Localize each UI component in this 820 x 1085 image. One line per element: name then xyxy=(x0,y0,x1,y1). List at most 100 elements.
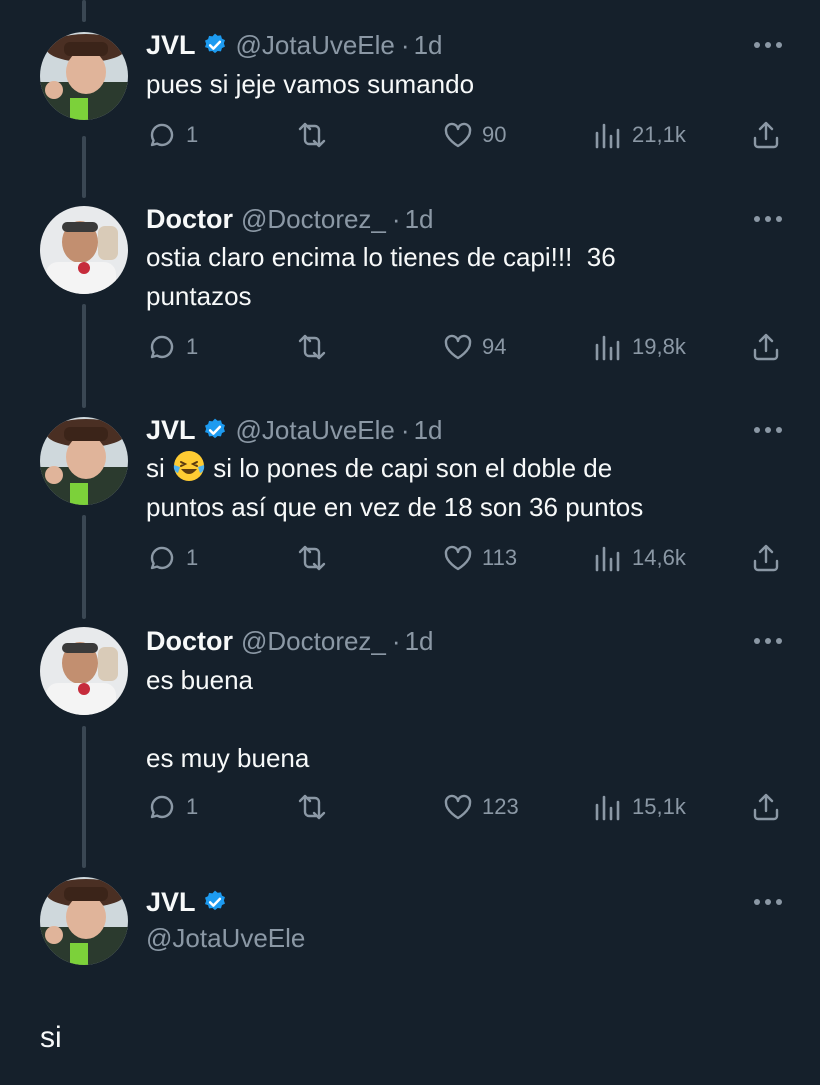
timestamp[interactable]: 1d xyxy=(405,626,434,657)
author-name[interactable]: Doctor xyxy=(146,204,233,235)
retweet-icon xyxy=(298,122,326,148)
views-button[interactable]: 21,1k xyxy=(592,118,686,152)
verified-badge-icon xyxy=(204,33,225,54)
author-handle[interactable]: @JotaUveEle xyxy=(236,415,395,446)
timestamp[interactable]: 1d xyxy=(405,204,434,235)
handle-row: @JotaUveEle xyxy=(146,921,305,955)
heart-icon xyxy=(444,545,472,571)
avatar[interactable] xyxy=(40,417,128,505)
views-icon xyxy=(595,795,620,821)
tweet-header: JVL @JotaUveEle · 1d xyxy=(146,28,442,62)
action-bar: 1 123 15,1k xyxy=(146,790,786,824)
like-button[interactable]: 94 xyxy=(442,330,506,364)
reply-icon xyxy=(150,546,174,570)
more-icon[interactable] xyxy=(752,28,784,62)
reply-count: 1 xyxy=(186,545,199,570)
reply-count: 1 xyxy=(186,122,199,147)
reply-tweet[interactable]: JVL @JotaUveEle · 1d pues si jeje vamos … xyxy=(0,0,820,190)
reply-button[interactable]: 1 xyxy=(146,118,198,152)
like-button[interactable]: 123 xyxy=(442,790,519,824)
reply-tweet[interactable]: Doctor @Doctorez_ · 1d ostia claro encim… xyxy=(0,190,820,400)
more-icon[interactable] xyxy=(752,413,784,447)
more-icon[interactable] xyxy=(752,202,784,236)
like-count: 123 xyxy=(482,794,519,819)
reply-button[interactable]: 1 xyxy=(146,330,198,364)
views-button[interactable]: 14,6k xyxy=(592,541,686,575)
retweet-button[interactable] xyxy=(296,790,328,824)
like-button[interactable]: 90 xyxy=(442,118,506,152)
action-bar: 1 113 14,6k xyxy=(146,541,786,575)
reply-icon xyxy=(150,335,174,359)
retweet-button[interactable] xyxy=(296,118,328,152)
action-bar: 1 94 19,8k xyxy=(146,330,786,364)
verified-badge-icon xyxy=(204,890,225,911)
avatar[interactable] xyxy=(40,877,128,965)
timestamp[interactable]: 1d xyxy=(414,30,443,61)
share-icon xyxy=(753,793,779,821)
views-button[interactable]: 19,8k xyxy=(592,330,686,364)
like-count: 94 xyxy=(482,334,507,359)
tweet-header: Doctor @Doctorez_ · 1d xyxy=(146,624,434,658)
reply-tweet[interactable]: JVL @JotaUveEle · 1d si si lo pones de c… xyxy=(0,400,820,610)
more-icon[interactable] xyxy=(752,624,784,658)
separator-dot: · xyxy=(391,203,401,234)
laughing-crying-emoji xyxy=(173,451,205,481)
action-bar: 1 90 21,1k xyxy=(146,118,786,152)
like-count: 113 xyxy=(482,545,518,570)
separator-dot: · xyxy=(391,625,401,656)
tweet-header: Doctor @Doctorez_ · 1d xyxy=(146,202,434,236)
author-handle[interactable]: @JotaUveEle xyxy=(146,923,305,954)
separator-dot: · xyxy=(400,29,410,60)
retweet-button[interactable] xyxy=(296,541,328,575)
reply-count: 1 xyxy=(186,334,199,359)
retweet-icon xyxy=(298,794,326,820)
share-icon xyxy=(753,333,779,361)
author-name[interactable]: JVL xyxy=(146,887,196,918)
share-button[interactable] xyxy=(750,330,782,364)
verified-badge-icon xyxy=(204,418,225,439)
like-button[interactable]: 113 xyxy=(442,541,517,575)
views-button[interactable]: 15,1k xyxy=(592,790,686,824)
views-count: 14,6k xyxy=(632,545,686,570)
tweet-text: ostia claro encima lo tienes de capi!!! … xyxy=(146,242,616,311)
reply-count: 1 xyxy=(186,794,199,819)
tweet-text: si xyxy=(40,1021,62,1054)
author-name[interactable]: JVL xyxy=(146,30,196,61)
views-count: 21,1k xyxy=(632,122,686,147)
tweet-header: JVL @JotaUveEle · 1d xyxy=(146,413,442,447)
timestamp[interactable]: 1d xyxy=(414,415,443,446)
tweet-text-end: si lo pones de capi son el doble de punt… xyxy=(146,453,644,522)
avatar[interactable] xyxy=(40,627,128,715)
more-icon[interactable] xyxy=(752,885,784,919)
main-tweet: JVL @JotaUveEle si xyxy=(0,860,820,1085)
heart-icon xyxy=(444,794,472,820)
avatar[interactable] xyxy=(40,206,128,294)
author-name[interactable]: Doctor xyxy=(146,626,233,657)
share-icon xyxy=(753,121,779,149)
reply-button[interactable]: 1 xyxy=(146,790,198,824)
author-handle[interactable]: @Doctorez_ xyxy=(241,626,386,657)
share-button[interactable] xyxy=(750,541,782,575)
reply-button[interactable]: 1 xyxy=(146,541,198,575)
views-count: 15,1k xyxy=(632,794,686,819)
tweet-text-start: si xyxy=(146,453,172,483)
retweet-button[interactable] xyxy=(296,330,328,364)
views-count: 19,8k xyxy=(632,334,686,359)
reply-tweet[interactable]: Doctor @Doctorez_ · 1d es buena es muy b… xyxy=(0,610,820,860)
heart-icon xyxy=(444,334,472,360)
tweet-text: es buena es muy buena xyxy=(146,665,310,773)
avatar[interactable] xyxy=(40,32,128,120)
views-icon xyxy=(595,123,620,149)
author-handle[interactable]: @Doctorez_ xyxy=(241,204,386,235)
tweet-text: si si lo pones de capi son el doble de p… xyxy=(146,449,786,527)
reply-icon xyxy=(150,795,174,819)
share-button[interactable] xyxy=(750,790,782,824)
author-name[interactable]: JVL xyxy=(146,415,196,446)
separator-dot: · xyxy=(400,414,410,445)
tweet-header: JVL xyxy=(146,885,228,919)
author-handle[interactable]: @JotaUveEle xyxy=(236,30,395,61)
like-count: 90 xyxy=(482,122,507,147)
heart-icon xyxy=(444,122,472,148)
tweet-text: pues si jeje vamos sumando xyxy=(146,69,475,99)
share-button[interactable] xyxy=(750,118,782,152)
